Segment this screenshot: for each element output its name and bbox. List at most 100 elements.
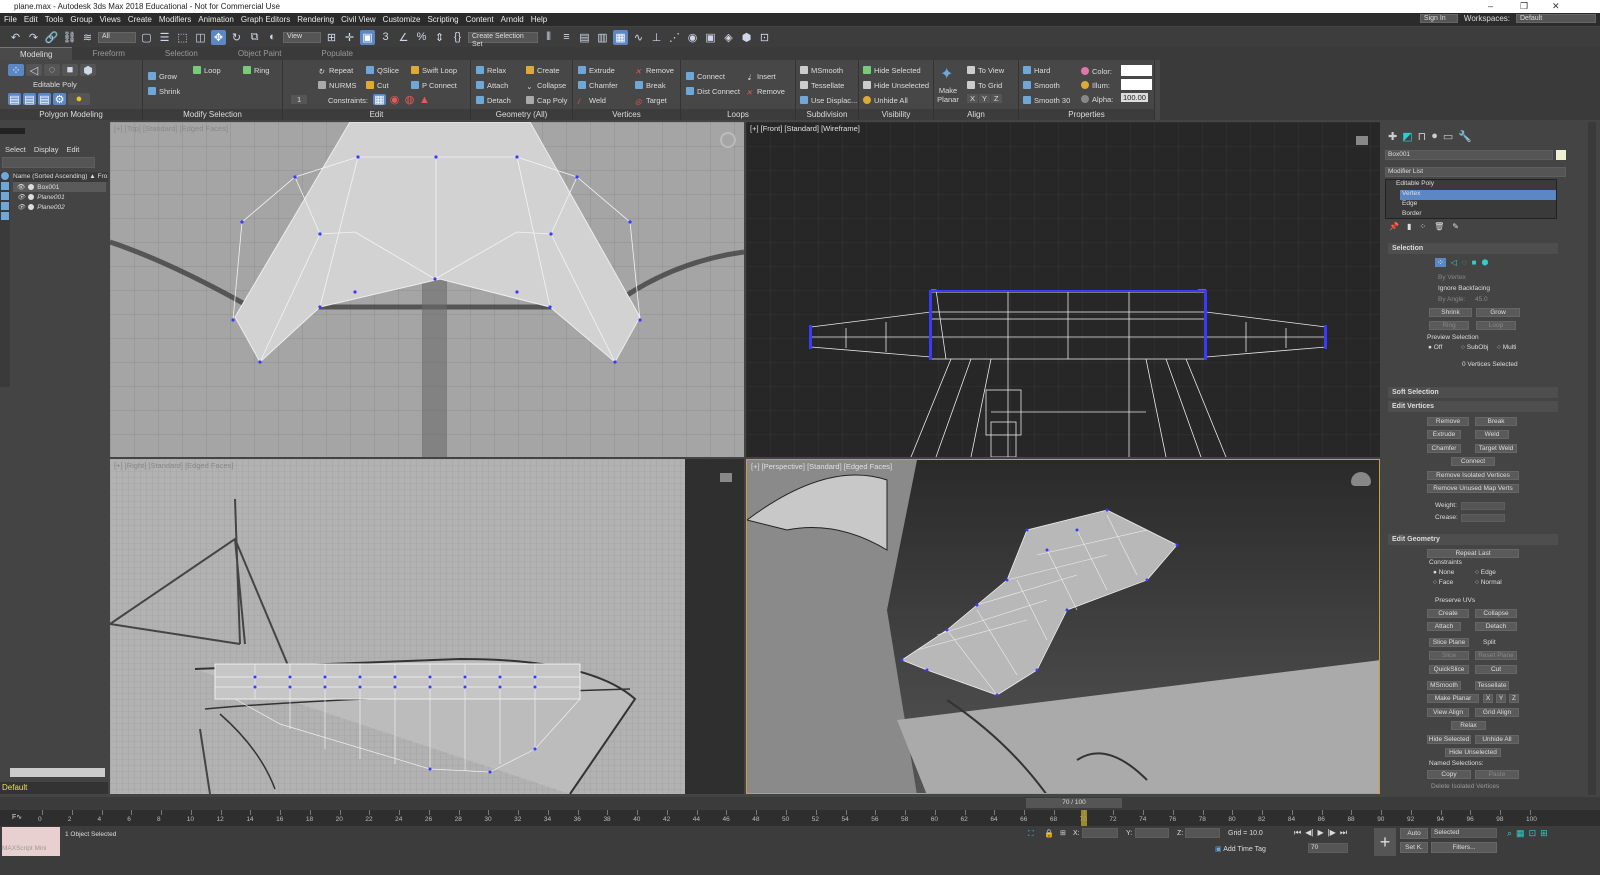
menu-graph-editors[interactable]: Graph Editors <box>241 13 290 26</box>
key-mode-dropdown[interactable]: Selected <box>1431 828 1497 838</box>
menu-views[interactable]: Views <box>100 13 121 26</box>
window-crossing-icon[interactable]: ◫ <box>193 30 208 45</box>
bind-spacewarp-icon[interactable]: ≋ <box>80 30 95 45</box>
viewcube-icon[interactable] <box>720 132 736 148</box>
helper-filter-icon[interactable] <box>1 212 9 220</box>
cut-button[interactable]: Cut <box>366 81 389 90</box>
restore-button[interactable]: ❐ <box>1520 0 1528 13</box>
curve-editor-toggle-icon[interactable]: F∿ <box>12 813 22 821</box>
create-tab-icon[interactable]: ✚ <box>1388 130 1397 143</box>
next-frame-icon[interactable]: |▶ <box>1328 828 1336 838</box>
border-level-icon[interactable]: ◌ <box>1462 258 1467 267</box>
constraint-none-radio[interactable]: ● None <box>1433 569 1454 576</box>
smooth30-button[interactable]: Smooth 30 <box>1023 96 1070 105</box>
rect-selection-icon[interactable]: ⬚ <box>175 30 190 45</box>
qslice-button[interactable]: QSlice <box>366 66 399 75</box>
weld-button[interactable]: Weld <box>1475 430 1509 439</box>
explorer-hscrollbar[interactable] <box>10 768 105 777</box>
absolute-mode-icon[interactable]: ⊞ <box>1060 829 1066 837</box>
grow-button[interactable]: Grow <box>1476 308 1520 317</box>
set-key-button[interactable]: Set K. <box>1400 842 1428 853</box>
viewport-right[interactable]: [+] [Right] [Standard] [Edged Faces] <box>110 459 744 794</box>
hard-button[interactable]: Hard <box>1023 66 1050 75</box>
constraint-normal-radio[interactable]: ○ Normal <box>1475 579 1502 586</box>
spinner-snap-icon[interactable]: ⇕ <box>432 30 447 45</box>
eye-icon[interactable]: 👁 <box>17 183 25 191</box>
crease-spinner[interactable] <box>1461 514 1505 522</box>
menu-tools[interactable]: Tools <box>45 13 64 26</box>
object-color-swatch[interactable] <box>1556 150 1566 160</box>
detach-button[interactable]: Detach <box>476 96 511 105</box>
selection-filter-dropdown[interactable]: All <box>98 31 136 43</box>
constraint-normal-icon[interactable]: ▲ <box>418 94 431 106</box>
break-button[interactable]: Break <box>635 81 666 90</box>
group-title[interactable]: Polygon Modeling <box>0 109 142 120</box>
soft-selection-rollout-header[interactable]: Soft Selection <box>1388 387 1558 398</box>
render-icon[interactable] <box>28 204 35 210</box>
mirror-icon[interactable]: ⫴ <box>541 30 556 45</box>
group-title[interactable]: Properties <box>1019 109 1154 120</box>
nurms-button[interactable]: NURMS <box>318 81 357 90</box>
zoom-icon[interactable]: ⌕ <box>1507 828 1512 839</box>
material-editor-icon[interactable]: ◉ <box>685 30 700 45</box>
eye-icon[interactable]: 👁 <box>17 193 25 201</box>
loop-button[interactable]: Loop <box>1476 321 1516 330</box>
constraint-face-radio[interactable]: ○ Face <box>1433 579 1453 586</box>
detach-button[interactable]: Detach <box>1475 622 1517 631</box>
unlink-icon[interactable]: ⛓ <box>62 30 77 45</box>
ribbon-tab-selection[interactable]: Selection <box>145 47 218 60</box>
explorer-search-input[interactable] <box>2 157 95 168</box>
connect-button[interactable]: Connect <box>686 72 725 81</box>
group-title[interactable]: Edit <box>283 109 470 120</box>
make-planar-icon[interactable]: ✦ <box>940 64 953 84</box>
viewport-perspective[interactable]: [+] [Perspective] [Standard] [Edged Face… <box>746 459 1380 794</box>
target-button[interactable]: ◎ Target <box>635 96 667 106</box>
viewcube-icon[interactable] <box>1356 136 1368 145</box>
alpha-spinner[interactable]: 100.00 <box>1121 93 1148 102</box>
edit-spinner[interactable]: 1 <box>291 95 308 104</box>
rotate-icon[interactable]: ↻ <box>229 30 244 45</box>
preview-off-radio[interactable]: ● Off <box>1428 344 1442 351</box>
smooth-button[interactable]: Smooth <box>1023 81 1060 90</box>
modifier-list-icon[interactable]: ▤ <box>8 93 21 106</box>
undo-icon[interactable]: ↶ <box>8 30 23 45</box>
explorer-column-header[interactable]: Name (Sorted Ascending) ▲ Fro... <box>13 172 108 182</box>
copy-button[interactable]: Copy <box>1427 770 1471 779</box>
explorer-edit-menu[interactable]: Edit <box>66 145 79 154</box>
configure-sets-icon[interactable]: ✎ <box>1452 222 1459 231</box>
insert-button[interactable]: ⇣ Insert <box>746 72 776 82</box>
current-frame-field[interactable]: 70 <box>1308 843 1348 853</box>
chamfer-button[interactable]: Chamfer <box>1427 444 1461 453</box>
make-unique-icon[interactable]: ⁘ <box>1419 222 1426 231</box>
hide-unselected-button[interactable]: Hide Unselected <box>1445 748 1501 757</box>
render-icon[interactable] <box>28 194 35 200</box>
break-button[interactable]: Break <box>1475 417 1517 426</box>
repeat-button[interactable]: ↻ Repeat <box>318 66 353 76</box>
cut-button[interactable]: Cut <box>1475 665 1517 674</box>
percent-snap-icon[interactable]: % <box>414 30 429 45</box>
target-weld-button[interactable]: Target Weld <box>1475 444 1517 453</box>
tessellate-button[interactable]: Tessellate <box>1475 681 1509 690</box>
dope-sheet-icon[interactable]: ⊥ <box>649 30 664 45</box>
vertex-level-icon[interactable]: ⁘ <box>1435 258 1446 267</box>
angle-snap-icon[interactable]: ∠ <box>396 30 411 45</box>
menu-create[interactable]: Create <box>128 13 152 26</box>
object-row[interactable]: 👁 Box001 <box>13 182 106 192</box>
close-button[interactable]: ✕ <box>1552 0 1560 13</box>
extrude-button[interactable]: Extrude <box>1427 430 1461 439</box>
show-end-result-icon[interactable]: ⚙ <box>53 93 66 106</box>
selection-set-dropdown[interactable]: Create Selection Set <box>468 31 538 48</box>
menu-file[interactable]: File <box>4 13 17 26</box>
ribbon-toggle-icon[interactable]: ▦ <box>613 29 628 45</box>
remove-vertex-button[interactable]: ✕ Remove <box>635 66 674 76</box>
weight-spinner[interactable] <box>1461 502 1505 510</box>
command-panel-scrollbar[interactable] <box>1588 122 1596 795</box>
eye-icon[interactable]: 👁 <box>17 203 25 211</box>
timeline-ruler[interactable]: F∿ 0 2 4 6 8 10 12 14 16 18 20 22 24 26 28 30 32 34 36 38 40… <box>0 810 1600 826</box>
snap-icon[interactable]: 3 <box>378 30 393 45</box>
illum-swatch[interactable] <box>1121 79 1152 90</box>
remove-modifier-icon[interactable]: 🗑 <box>1434 222 1444 231</box>
edit-geometry-rollout-header[interactable]: Edit Geometry <box>1388 534 1558 545</box>
shrink-button[interactable]: Shrink <box>1429 308 1472 317</box>
collapse-button[interactable]: ⌄ Collapse <box>526 81 566 91</box>
